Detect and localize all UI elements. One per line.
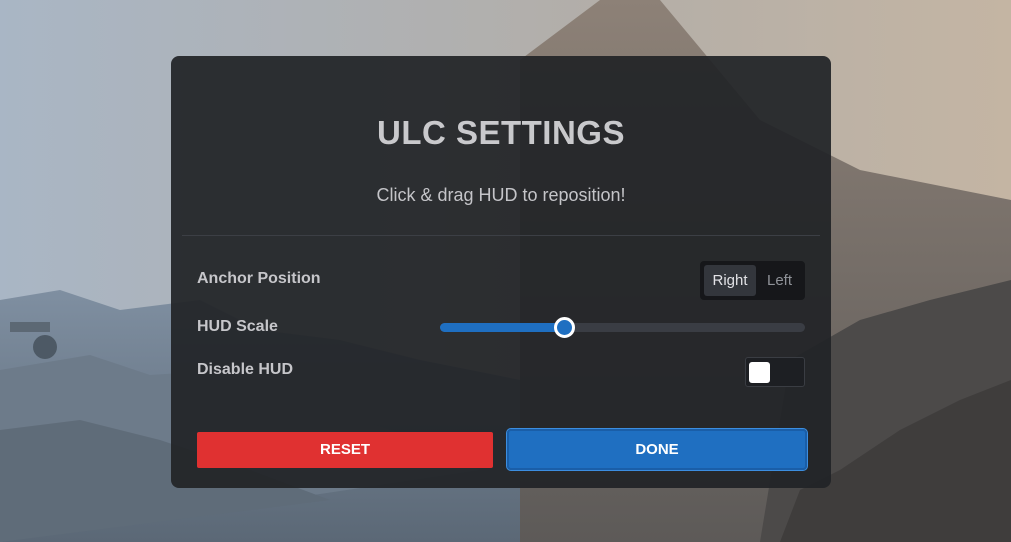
disable-hud-label: Disable HUD bbox=[197, 361, 294, 378]
game-background: ULC SETTINGS Click & drag HUD to reposit… bbox=[0, 0, 1011, 542]
reset-button[interactable]: RESET bbox=[197, 432, 493, 468]
anchor-left-option[interactable]: Left bbox=[758, 265, 801, 296]
disable-hud-toggle[interactable] bbox=[745, 357, 805, 387]
done-button[interactable]: DONE bbox=[506, 428, 808, 471]
toggle-knob bbox=[749, 362, 770, 383]
panel-subtitle: Click & drag HUD to reposition! bbox=[376, 185, 626, 205]
divider bbox=[182, 235, 820, 236]
hud-scale-slider[interactable] bbox=[440, 317, 805, 338]
anchor-right-option[interactable]: Right bbox=[704, 265, 756, 296]
anchor-position-selector: Right Left bbox=[700, 261, 805, 300]
panel-title: ULC SETTINGS bbox=[376, 114, 625, 151]
anchor-position-label: Anchor Position bbox=[197, 270, 321, 287]
ulc-settings-panel: ULC SETTINGS Click & drag HUD to reposit… bbox=[171, 56, 831, 488]
hud-scale-slider-fill bbox=[440, 323, 565, 332]
hud-scale-slider-thumb[interactable] bbox=[554, 317, 576, 338]
hud-scale-label: HUD Scale bbox=[197, 318, 278, 335]
